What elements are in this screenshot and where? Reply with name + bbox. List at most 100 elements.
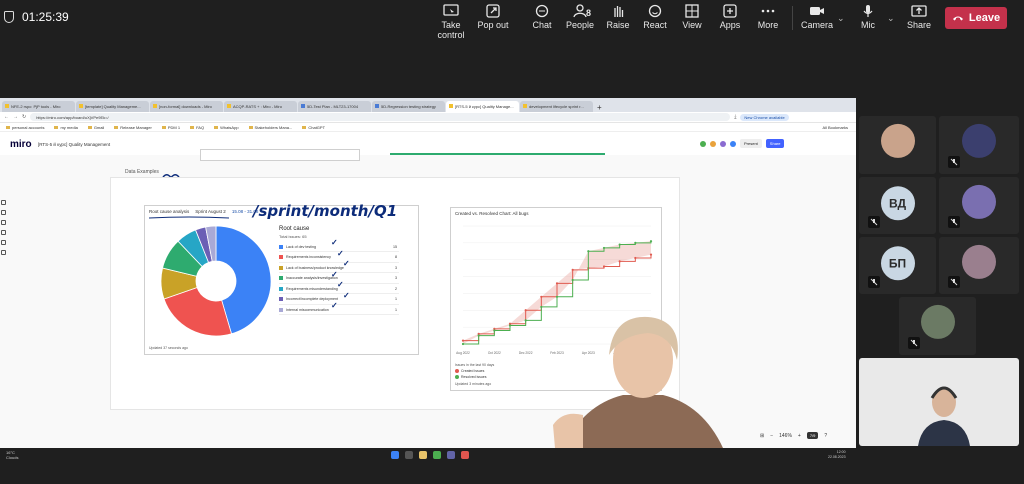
legend-label: Requirements inconsistency [286, 255, 331, 259]
sticky-note-tool-icon[interactable] [1, 220, 6, 225]
all-bookmarks[interactable]: All Bookmarks [822, 125, 848, 130]
avatar[interactable] [710, 140, 716, 147]
browser-tab[interactable]: 5D-Regression testing strategy [372, 101, 445, 112]
bookmark-item[interactable]: Gmail [87, 125, 104, 130]
select-tool-icon[interactable] [1, 200, 6, 205]
pop-out-button[interactable]: Pop out [470, 4, 516, 30]
explorer-icon[interactable] [419, 451, 427, 459]
avatar[interactable] [700, 140, 706, 147]
browser-tab[interactable]: [non-formal] downloads - Miro [150, 101, 223, 112]
presenter-video-overlay [553, 316, 723, 448]
participant-tile[interactable]: БП [859, 237, 936, 294]
participant-tile[interactable] [939, 177, 1019, 234]
data-point[interactable] [477, 334, 480, 337]
download-icon[interactable]: ⤓ [734, 114, 736, 120]
data-point[interactable] [649, 240, 653, 243]
avatar[interactable] [730, 140, 736, 147]
app-icon[interactable] [461, 451, 469, 459]
handwritten-check-icon: ✓ [331, 269, 338, 279]
data-point[interactable] [587, 250, 590, 253]
bookmark-item[interactable]: my media [54, 125, 78, 130]
data-point[interactable] [602, 265, 606, 268]
participant-tile[interactable] [939, 237, 1019, 294]
mic-options-chevron-icon[interactable]: ⌄ [887, 13, 895, 24]
data-point[interactable] [571, 278, 574, 282]
data-point[interactable] [555, 295, 559, 298]
frame-tool-icon[interactable] [1, 250, 6, 255]
pen-tool-icon[interactable] [1, 240, 6, 245]
board-name[interactable]: [RTS-5 й курс] Quality Management [38, 142, 110, 147]
back-icon[interactable]: ← [4, 114, 9, 120]
data-point[interactable] [540, 295, 543, 298]
zoom-out-button[interactable]: − [770, 433, 773, 439]
shape-tool-icon[interactable] [1, 230, 6, 235]
root-cause-card[interactable]: Root cause analysis Sprint August 2 15.0… [144, 202, 419, 355]
miro-canvas[interactable]: Data Examples Root cause analysis Sprint… [0, 149, 856, 448]
reload-icon[interactable]: ↻ [22, 114, 26, 120]
grid-toggle-icon[interactable]: ⊞ [760, 433, 764, 439]
data-point[interactable] [618, 260, 621, 263]
browser-tab[interactable]: ACQP-RATS + : Miro - Miro [224, 101, 297, 112]
data-point[interactable] [634, 256, 637, 260]
data-point[interactable] [634, 241, 637, 244]
browser-tab[interactable]: development lifecycle sprint r... [520, 101, 593, 112]
data-point[interactable] [540, 305, 543, 309]
data-point[interactable] [524, 319, 527, 322]
pop-out-icon [486, 4, 500, 18]
teams-icon[interactable] [447, 451, 455, 459]
camera-button[interactable]: Camera [794, 4, 840, 30]
update-chrome-button[interactable]: New Chrome available [740, 113, 789, 121]
participant-tile[interactable]: ВД [859, 177, 936, 234]
text-tool-icon[interactable] [1, 210, 6, 215]
participant-tile[interactable] [859, 116, 936, 174]
data-point[interactable] [508, 324, 512, 327]
bookmark-item[interactable]: personal accounts [6, 125, 44, 130]
bookmark-item[interactable]: PDM 1 [161, 125, 180, 130]
bookmark-item[interactable]: Stakeholders Mana... [248, 125, 292, 130]
data-point[interactable] [571, 268, 574, 271]
page-indicator[interactable]: 7/9 [806, 432, 819, 439]
chrome-icon[interactable] [433, 451, 441, 459]
forward-icon[interactable]: → [13, 114, 18, 120]
data-point[interactable] [493, 329, 496, 332]
present-button[interactable]: Present [740, 139, 762, 148]
bookmark-item[interactable]: Release Manager [114, 125, 152, 130]
data-point[interactable] [555, 282, 559, 285]
share-button[interactable]: Share [896, 4, 942, 30]
data-point[interactable] [618, 243, 621, 246]
bookmark-item[interactable]: FAQ [190, 125, 204, 130]
browser-tab[interactable]: [template] Quality Manageme... [76, 101, 149, 112]
system-clock[interactable]: 12:00 22.08.2023 [828, 450, 846, 460]
bookmark-item[interactable]: ChatGPT [302, 125, 325, 130]
miro-share-button[interactable]: Share [765, 139, 785, 148]
data-point[interactable] [461, 342, 465, 346]
data-point[interactable] [602, 246, 606, 250]
url-input[interactable]: https://miro.com/app/board/uXjVPe9Ek=/ [30, 113, 731, 121]
data-point[interactable] [461, 339, 465, 342]
zoom-in-button[interactable]: + [798, 433, 801, 439]
zoom-level[interactable]: 146% [779, 433, 792, 439]
data-point[interactable] [524, 309, 527, 312]
participant-tile[interactable] [939, 116, 1019, 174]
mic-button[interactable]: Mic [845, 4, 891, 30]
browser-tab[interactable]: NFE-2 rspc: PjP tools - Miro [2, 101, 75, 112]
search-icon[interactable] [405, 451, 413, 459]
tab-label: 5D-Test Plan - MLT23-17004 [307, 104, 359, 109]
take-control-button[interactable]: Take control [428, 4, 474, 40]
bookmark-item[interactable]: WhatsApp [214, 125, 239, 130]
camera-options-chevron-icon[interactable]: ⌄ [837, 13, 845, 24]
participant-tile[interactable] [899, 297, 976, 355]
miro-logo[interactable]: miro [10, 139, 32, 150]
leave-button[interactable]: Leave [945, 7, 1007, 29]
new-tab-icon[interactable]: + [594, 103, 605, 112]
browser-tab[interactable]: 5D-Test Plan - MLT23-17004 [298, 101, 371, 112]
help-icon[interactable]: ? [824, 433, 827, 439]
self-video-tile[interactable] [859, 358, 1019, 446]
avatar[interactable] [720, 140, 726, 147]
weather-widget[interactable]: 16°C Clouds [6, 450, 18, 460]
more-button[interactable]: More [745, 4, 791, 30]
data-point[interactable] [649, 253, 653, 256]
browser-tab[interactable]: [RTS-5 й курс] Quality Manage... [446, 101, 519, 112]
start-icon[interactable] [391, 451, 399, 459]
frame-label[interactable]: Data Examples [125, 169, 159, 175]
